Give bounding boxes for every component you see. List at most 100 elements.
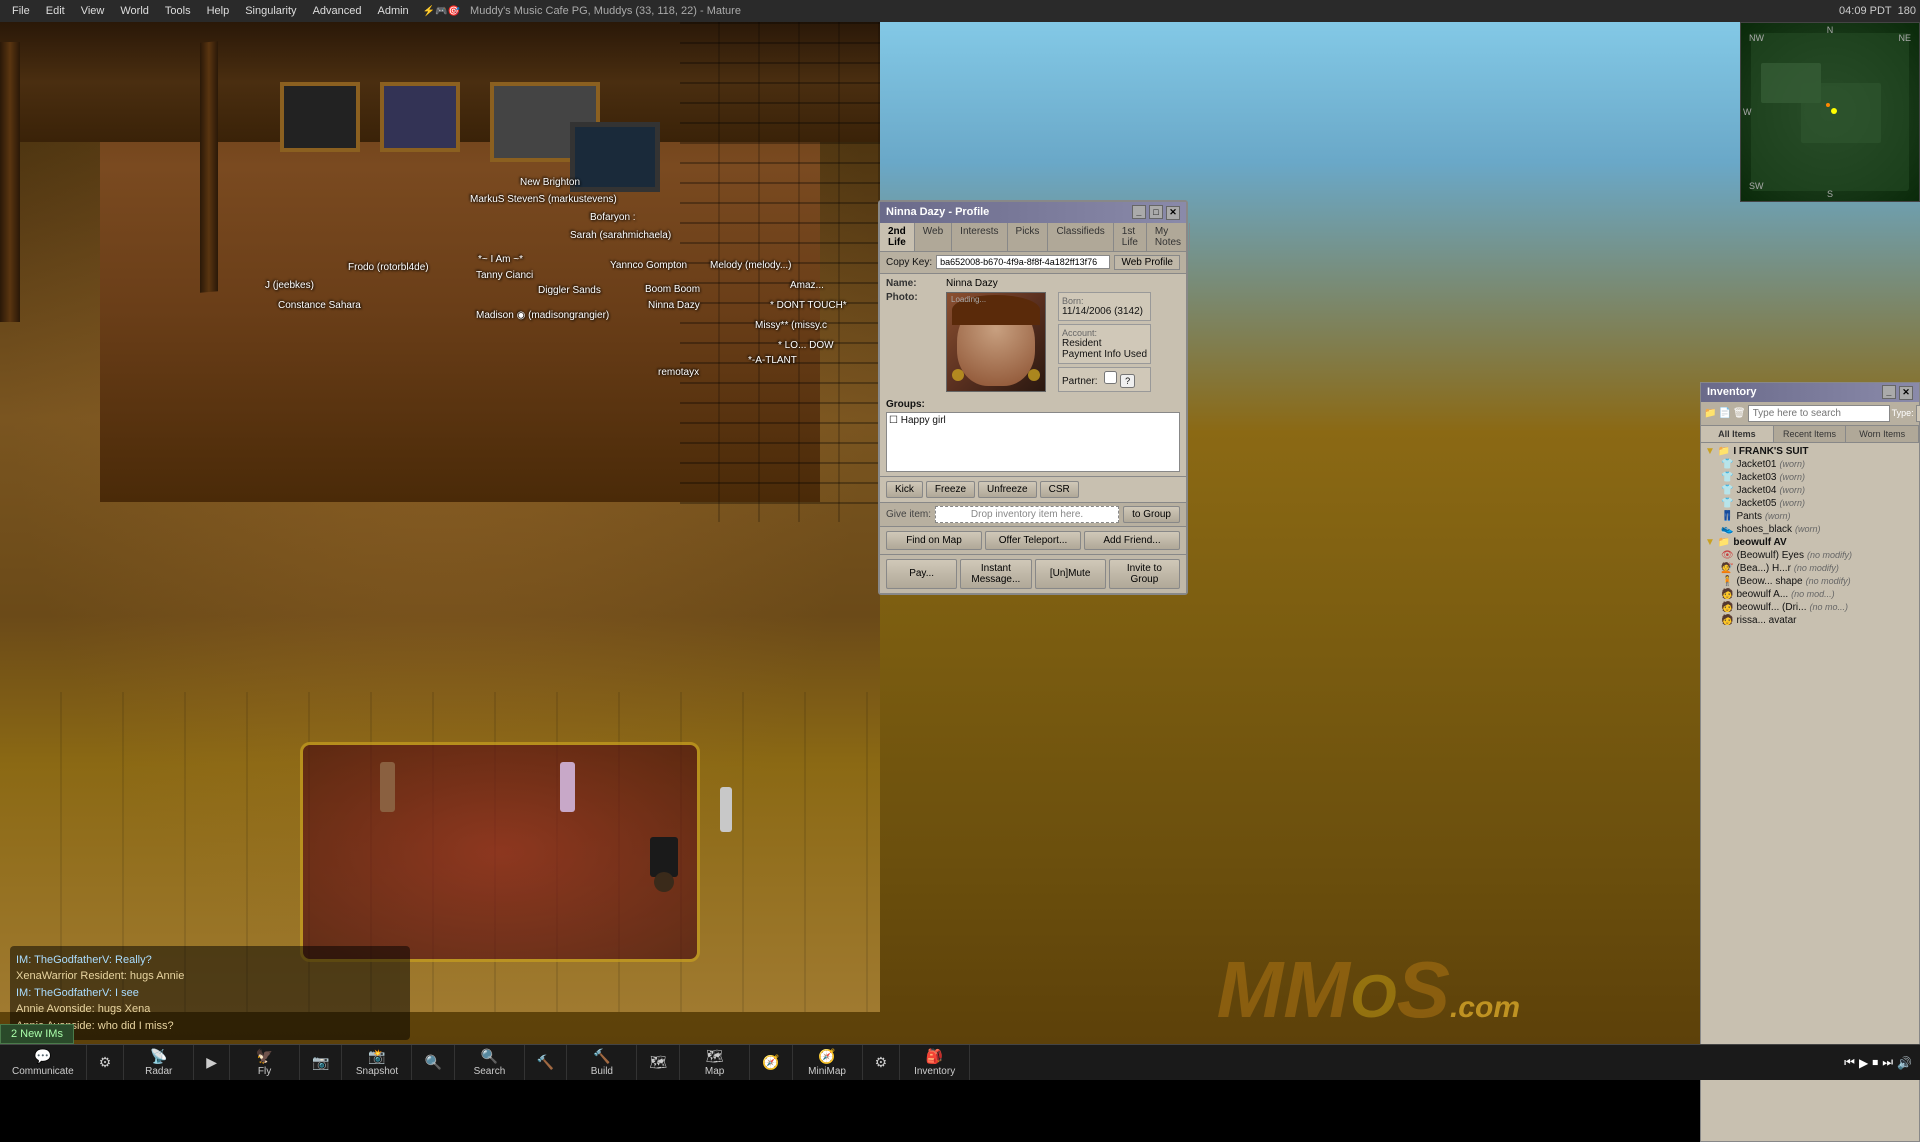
tab-classifieds[interactable]: Classifieds [1048,223,1113,251]
unmute-btn[interactable]: [Un]Mute [1035,559,1106,589]
instant-message-btn[interactable]: Instant Message... [960,559,1031,589]
menu-edit[interactable]: Edit [38,3,73,19]
inv-item-shoes[interactable]: 👟 shoes_black (worn) [1703,523,1917,536]
tab-2ndlife[interactable]: 2nd Life [880,223,915,251]
audio-play-btn[interactable]: ▶ [1859,1056,1868,1070]
scene-background: New Brighton MarkuS StevenS (markusteven… [0,22,880,1012]
menu-help[interactable]: Help [199,3,238,19]
tab-picks[interactable]: Picks [1008,223,1049,251]
audio-controls: ⏮ ▶ ⏹ ⏭ 🔊 [1836,1055,1920,1070]
audio-volume-btn[interactable]: 🔊 [1897,1056,1912,1070]
taskbar-btn-fly[interactable]: 🦅 Fly [230,1045,300,1080]
inv-item-jacket01[interactable]: 👕 Jacket01 (worn) [1703,458,1917,471]
mmos-watermark: MMOS.com [1217,950,1520,1030]
inv-item-rissa[interactable]: 🧑 rissa... avatar [1703,614,1917,627]
inv-item-jacket05[interactable]: 👕 Jacket05 (worn) [1703,497,1917,510]
inv-tab-all[interactable]: All Items [1701,426,1774,442]
taskbar-btn-inventory[interactable]: 🎒 Inventory [900,1045,970,1080]
inv-item-pants[interactable]: 👖 Pants (worn) [1703,510,1917,523]
account-block: Account: Resident Payment Info Used [1058,324,1151,364]
copykey-input[interactable] [936,255,1110,269]
inv-icon-3[interactable]: 🗑 [1733,408,1746,419]
taskbar-btn-snapshot[interactable]: 📸 Snapshot [342,1045,412,1080]
inv-item-beo-hair[interactable]: 💇 (Bea...) H...r (no modify) [1703,562,1917,575]
tab-interests[interactable]: Interests [952,223,1007,251]
taskbar-btn-radar[interactable]: 📡 Radar [124,1045,194,1080]
inv-icon-2[interactable]: 📄 [1718,408,1730,419]
inv-tab-recent[interactable]: Recent Items [1774,426,1847,442]
kick-btn[interactable]: Kick [886,481,923,498]
menu-tools[interactable]: Tools [157,3,199,19]
taskbar-btn-build[interactable]: 🔨 Build [567,1045,637,1080]
inv-close-btn[interactable]: ✕ [1899,386,1913,400]
invite-to-group-btn[interactable]: Invite to Group [1109,559,1180,589]
taskbar-btn-build-icon[interactable]: 🔨 [525,1045,567,1080]
menu-advanced[interactable]: Advanced [305,3,370,19]
find-on-map-btn[interactable]: Find on Map [886,531,982,550]
groups-section: Groups: ☐ Happy girl [886,399,1180,472]
audio-next-btn[interactable]: ⏭ [1882,1055,1893,1070]
tab-mynotes[interactable]: My Notes [1147,223,1190,251]
web-profile-button[interactable]: Web Profile [1114,255,1180,270]
profile-close-btn[interactable]: ✕ [1166,206,1180,220]
profile-maximize-btn[interactable]: □ [1149,205,1163,219]
taskbar-btn-minimap-icon[interactable]: 🧭 [750,1045,792,1080]
new-ims-notification[interactable]: 2 New IMs [0,1024,74,1044]
partner-checkbox[interactable] [1104,371,1117,384]
add-friend-btn[interactable]: Add Friend... [1084,531,1180,550]
inv-item-jacket03[interactable]: 👕 Jacket03 (worn) [1703,471,1917,484]
taskbar-btn-map[interactable]: 🗺 Map [680,1045,750,1080]
fly-label: Fly [258,1066,271,1077]
audio-stop-btn[interactable]: ⏹ [1872,1055,1878,1070]
compass-w: W [1743,107,1752,117]
taskbar-btn-communicate[interactable]: 💬 Communicate [0,1045,87,1080]
compass-sw: SW [1749,181,1764,191]
profile-minimize-btn[interactable]: _ [1132,205,1146,219]
audio-prev-btn[interactable]: ⏮ [1844,1055,1855,1070]
taskbar-btn-search-icon[interactable]: 🔍 [412,1045,454,1080]
inv-item-beo-dri[interactable]: 🧑 beowulf... (Dri... (no mo...) [1703,601,1917,614]
partner-question-btn[interactable]: ? [1120,374,1135,388]
inv-search-input[interactable] [1748,405,1890,422]
inventory-icon: 🎒 [926,1048,943,1065]
inv-item-beo-shape[interactable]: 🧍 (Beow... shape (no modify) [1703,575,1917,588]
give-item-drop-zone[interactable]: Drop inventory item here. [935,506,1119,523]
build-icon: 🔨 [593,1048,610,1065]
inv-item-beo-eyes[interactable]: 👁 (Beowulf) Eyes (no modify) [1703,549,1917,562]
inv-icon-1[interactable]: 📁 [1704,408,1716,419]
taskbar-btn-camera[interactable]: 📷 [300,1045,342,1080]
inv-item-jacket04[interactable]: 👕 Jacket04 (worn) [1703,484,1917,497]
inv-type-select[interactable]: All Types [1916,405,1920,422]
search-label: Search [474,1066,506,1077]
menu-view[interactable]: View [73,3,113,19]
menu-admin[interactable]: Admin [370,3,417,19]
profile-tabs: 2nd Life Web Interests Picks Classifieds… [880,223,1186,252]
inv-tab-worn[interactable]: Worn Items [1846,426,1919,442]
to-group-btn[interactable]: to Group [1123,506,1180,523]
born-value: 11/14/2006 (3142) [1062,306,1147,317]
tab-web[interactable]: Web [915,223,952,251]
unfreeze-btn[interactable]: Unfreeze [978,481,1037,498]
taskbar-btn-gear[interactable]: ⚙ [863,1045,901,1080]
profile-photo: Loading... [946,292,1046,392]
menu-file[interactable]: File [4,3,38,19]
name-row: Name: Ninna Dazy [886,278,1180,289]
taskbar-btn-search[interactable]: 🔍 Search [455,1045,525,1080]
taskbar-btn-arrow[interactable]: ▶ [194,1045,230,1080]
folder-franks-suit[interactable]: ▼ 📁 I FRANK'S SUIT [1703,445,1917,458]
csr-btn[interactable]: CSR [1040,481,1079,498]
inv-minimize-btn[interactable]: _ [1882,385,1896,399]
pay-btn[interactable]: Pay... [886,559,957,589]
folder-beowulf[interactable]: ▼ 📁 beowulf AV [1703,536,1917,549]
inv-item-beo-av[interactable]: 🧑 beowulf A... (no mod...) [1703,588,1917,601]
taskbar-btn-settings[interactable]: ⚙ [87,1045,125,1080]
menu-fps: 180 [1898,5,1916,17]
menu-singularity[interactable]: Singularity [237,3,304,19]
tab-1stlife[interactable]: 1st Life [1114,223,1147,251]
taskbar-btn-minimap[interactable]: 🧭 MiniMap [793,1045,863,1080]
taskbar-btn-map-icon[interactable]: 🗺 [637,1045,680,1080]
arrow-icon: ▶ [206,1054,217,1071]
freeze-btn[interactable]: Freeze [926,481,975,498]
offer-teleport-btn[interactable]: Offer Teleport... [985,531,1081,550]
menu-world[interactable]: World [112,3,157,19]
